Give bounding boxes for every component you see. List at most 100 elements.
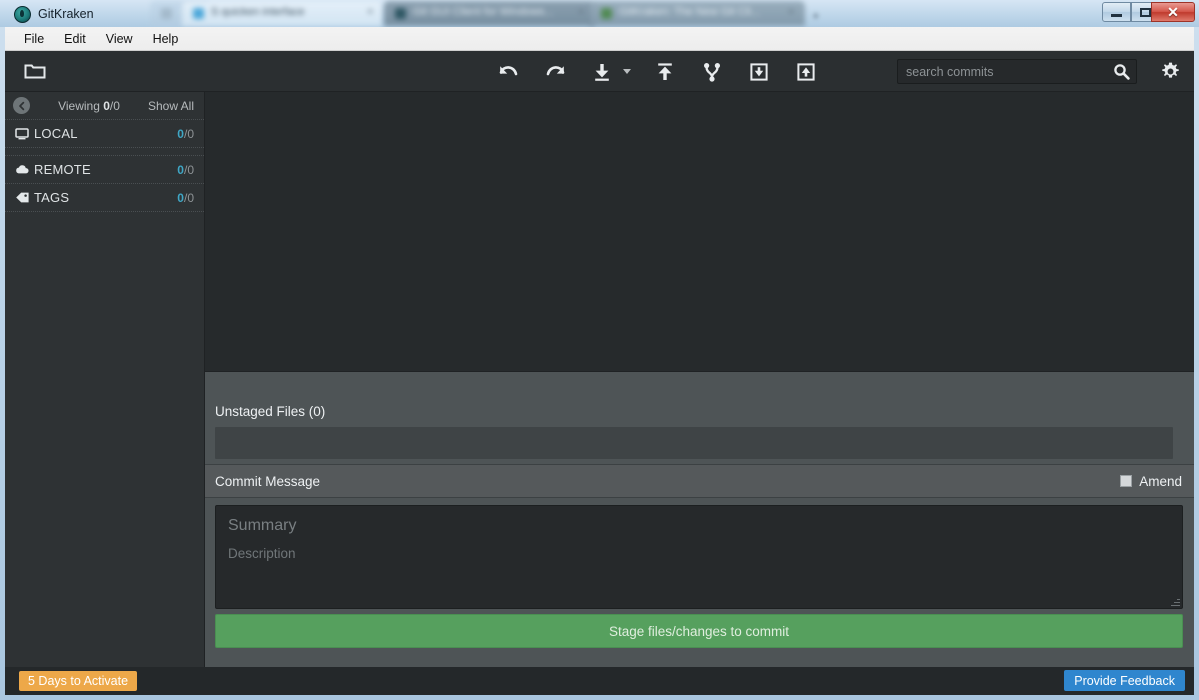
pull-button[interactable] [587, 57, 617, 87]
sidebar-section-remote[interactable]: REMOTE 0/0 [5, 156, 204, 183]
sidebar-section-label: LOCAL [34, 126, 78, 141]
pull-down-arrow-icon [595, 63, 609, 81]
sidebar-spacer [5, 148, 204, 156]
tab-title: S quicken interface [211, 6, 305, 18]
app-title-group: GitKraken [8, 3, 106, 25]
search-input[interactable] [898, 60, 1106, 83]
sidebar-section-count: 0/0 [177, 191, 194, 205]
amend-checkbox-box[interactable] [1120, 475, 1133, 487]
search-commits-field[interactable] [897, 59, 1137, 84]
tab-close-icon[interactable]: × [578, 6, 584, 18]
unstaged-files-list[interactable] [215, 427, 1173, 459]
window-close-button[interactable]: ✕ [1151, 2, 1195, 22]
count-current: 0 [177, 162, 184, 177]
tag-icon [15, 191, 34, 204]
search-icon [1113, 64, 1130, 80]
stash-down-icon [750, 62, 768, 81]
branch-button[interactable] [697, 57, 727, 87]
sidebar-header: Viewing 0/0 Show All [5, 92, 204, 120]
main-content: Unstaged Files (0) Commit Message Amend … [205, 92, 1194, 691]
viewing-counter: Viewing 0/0 [30, 99, 148, 113]
os-window: S quicken interface × Git GUI Client for… [0, 0, 1199, 700]
open-repo-button[interactable] [14, 55, 56, 87]
background-browser-tab[interactable]: GitKraken: The New Git Cli... × [590, 1, 805, 26]
menu-item-file[interactable]: File [14, 29, 54, 49]
commit-message-label: Commit Message [215, 473, 321, 489]
count-total: /0 [183, 126, 194, 141]
count-total: /0 [183, 190, 194, 205]
redo-icon [546, 66, 564, 76]
collapse-sidebar-button[interactable] [13, 97, 30, 114]
undo-icon [499, 66, 517, 76]
stash-up-icon [797, 62, 815, 81]
gitkraken-app: Viewing 0/0 Show All LOCAL 0/0 [5, 51, 1194, 691]
menu-item-edit[interactable]: Edit [54, 29, 96, 49]
window-minimize-button[interactable] [1102, 2, 1131, 22]
pull-dropdown-button[interactable] [621, 57, 633, 87]
chevron-down-icon [623, 69, 631, 74]
sidebar-divider [5, 211, 204, 212]
tab-title: Git GUI Client for Windows... [413, 6, 554, 18]
viewing-label: Viewing [58, 98, 104, 113]
amend-label: Amend [1139, 473, 1182, 489]
gear-icon [1161, 62, 1179, 78]
sidebar-section-local[interactable]: LOCAL 0/0 [5, 120, 204, 147]
chevron-left-icon [18, 101, 24, 110]
pop-stash-button[interactable] [791, 57, 821, 87]
tab-close-icon[interactable]: × [788, 6, 794, 18]
push-up-arrow-icon [658, 62, 672, 80]
commit-graph-panel[interactable] [205, 92, 1194, 371]
menu-bar: File Edit View Help [5, 27, 1194, 51]
unstaged-files-title: Unstaged Files (0) [215, 404, 326, 419]
sidebar-section-tags[interactable]: TAGS 0/0 [5, 184, 204, 211]
commit-panel: Unstaged Files (0) Commit Message Amend … [205, 371, 1194, 691]
viewing-total: /0 [109, 98, 120, 113]
tab-title: GitKraken: The New Git Cli... [619, 6, 761, 18]
title-bar: S quicken interface × Git GUI Client for… [0, 0, 1199, 27]
background-browser-tab[interactable]: Git GUI Client for Windows... × [384, 1, 594, 26]
tab-favicon-icon [161, 8, 172, 19]
stage-files-button[interactable]: Stage files/changes to commit [215, 614, 1183, 648]
toolbar-actions [493, 51, 821, 92]
sidebar-section-count: 0/0 [177, 127, 194, 141]
monitor-icon [15, 127, 34, 140]
tab-favicon-icon [395, 8, 406, 19]
status-bar: 5 Days to Activate Provide Feedback [5, 667, 1194, 695]
resize-handle[interactable] [1171, 597, 1180, 606]
new-tab-button[interactable]: + [812, 8, 820, 23]
kraken-logo-icon [14, 5, 31, 23]
undo-button[interactable] [493, 57, 523, 87]
branch-icon [704, 62, 720, 82]
app-title: GitKraken [38, 7, 94, 21]
menu-item-help[interactable]: Help [143, 29, 189, 49]
background-browser-tab[interactable]: S quicken interface × [182, 1, 382, 26]
days-to-activate-badge[interactable]: 5 Days to Activate [19, 671, 138, 691]
show-all-button[interactable]: Show All [148, 99, 194, 113]
tab-close-icon[interactable]: × [367, 6, 373, 18]
count-current: 0 [177, 190, 184, 205]
search-button[interactable] [1106, 63, 1136, 80]
commit-message-editor[interactable]: Summary Description [215, 505, 1183, 609]
stash-button[interactable] [744, 57, 774, 87]
amend-checkbox[interactable]: Amend [1120, 474, 1182, 489]
count-total: /0 [183, 162, 194, 177]
sidebar-section-count: 0/0 [177, 163, 194, 177]
commit-message-bar: Commit Message Amend [205, 464, 1194, 498]
tab-favicon-icon [193, 8, 204, 19]
left-sidebar: Viewing 0/0 Show All LOCAL 0/0 REMOTE 0/… [5, 92, 205, 691]
push-button[interactable] [650, 57, 680, 87]
sidebar-section-label: TAGS [34, 190, 70, 205]
app-toolbar [5, 51, 1194, 92]
viewing-current: 0 [103, 98, 110, 113]
settings-button[interactable] [1156, 59, 1184, 84]
close-icon: ✕ [1167, 4, 1179, 20]
redo-button[interactable] [540, 57, 570, 87]
cloud-icon [15, 164, 34, 175]
provide-feedback-button[interactable]: Provide Feedback [1064, 670, 1185, 691]
menu-item-view[interactable]: View [96, 29, 143, 49]
tab-favicon-icon [601, 8, 612, 19]
sidebar-section-label: REMOTE [34, 162, 91, 177]
count-current: 0 [177, 126, 184, 141]
description-placeholder: Description [228, 545, 296, 561]
summary-placeholder: Summary [228, 517, 297, 534]
